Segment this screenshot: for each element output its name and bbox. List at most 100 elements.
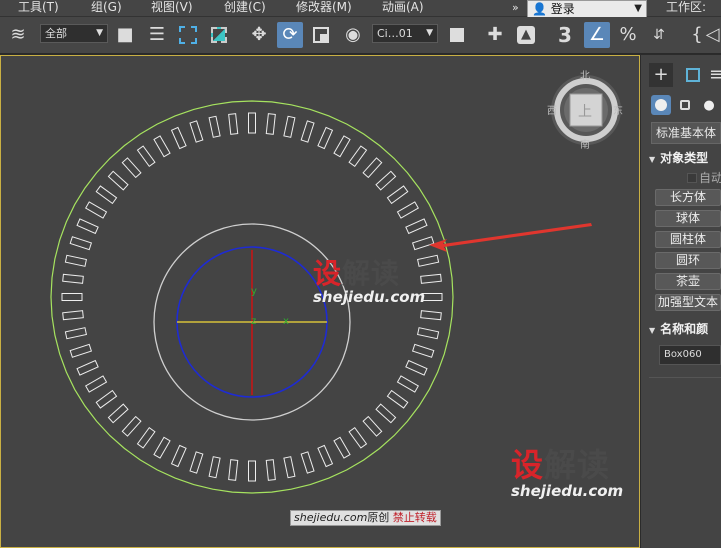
angle-snap-icon[interactable]: ∠	[584, 22, 610, 48]
wheel-slot[interactable]	[136, 426, 156, 449]
wheel-slot[interactable]	[405, 359, 428, 376]
modify-tab-icon[interactable]	[681, 63, 705, 87]
wheel-slot[interactable]	[405, 218, 428, 235]
rotate-icon[interactable]: ⟳	[277, 22, 303, 48]
wheel-slot[interactable]	[317, 126, 334, 150]
text-plus-button[interactable]: 加强型文本	[655, 294, 721, 311]
wheel-slot[interactable]	[208, 456, 221, 479]
sphere-button[interactable]: 球体	[655, 210, 721, 227]
wheel-slot[interactable]	[248, 460, 256, 482]
autogrid-checkbox[interactable]: 自动	[687, 169, 721, 187]
menu-animation[interactable]: 动画(A)	[382, 0, 424, 15]
scale-icon[interactable]	[308, 22, 334, 48]
menu-overflow-button[interactable]: »	[512, 0, 519, 15]
wheel-slot[interactable]	[85, 201, 108, 219]
object-type-rollout-header[interactable]: ▼ 对象类型	[649, 149, 721, 167]
wheel-slot[interactable]	[375, 170, 397, 191]
wheel-slot[interactable]	[189, 451, 204, 474]
wheel-slot[interactable]	[348, 426, 368, 449]
wheel-slot[interactable]	[420, 310, 442, 321]
wheel-slot[interactable]	[300, 451, 315, 474]
login-dropdown[interactable]: 👤 登录 ▼	[527, 0, 647, 18]
wheel-slot[interactable]	[153, 135, 171, 158]
placement-icon[interactable]: ◉	[340, 22, 366, 48]
lights-category-icon[interactable]: ●	[699, 95, 719, 115]
shapes-category-icon[interactable]	[675, 95, 695, 115]
geometry-category-icon[interactable]	[651, 95, 671, 115]
keyboard-shortcut-icon[interactable]: ▲	[513, 22, 539, 48]
wheel-slot[interactable]	[317, 444, 334, 468]
wheel-slot[interactable]	[411, 236, 435, 251]
wheel-slot[interactable]	[62, 310, 84, 321]
wheel-slot[interactable]	[69, 343, 93, 358]
wheel-slot[interactable]	[283, 456, 296, 479]
wheel-slot[interactable]	[386, 185, 409, 205]
wheel-slot[interactable]	[95, 389, 118, 409]
perspective-viewport[interactable]: y x z 上 北 南 东 西 设解读 shejiedu.com 设解读 she…	[0, 55, 640, 548]
wheel-slot[interactable]	[300, 120, 315, 143]
wheel-slot[interactable]	[64, 327, 88, 340]
wheel-slot[interactable]	[76, 218, 99, 235]
menu-views[interactable]: 视图(V)	[151, 0, 193, 15]
menu-modifiers[interactable]: 修改器(M)	[296, 0, 352, 15]
wheel-slot[interactable]	[121, 157, 142, 179]
select-object-icon[interactable]: ■	[112, 22, 138, 48]
wheel-slot[interactable]	[386, 389, 409, 409]
wheel-slot[interactable]	[170, 444, 187, 468]
wheel-slot[interactable]	[375, 403, 397, 424]
wheel-slot[interactable]	[107, 403, 129, 424]
wheel-slot[interactable]	[153, 436, 171, 459]
wheel-slot[interactable]	[333, 436, 351, 459]
wheel-slot[interactable]	[107, 170, 129, 191]
reference-coordinate-dropdown[interactable]: Ci…01 ▼	[372, 24, 438, 43]
wheel-slot[interactable]	[189, 120, 204, 143]
viewcube[interactable]: 上 北 南 东 西	[547, 70, 623, 151]
menu-group[interactable]: 组(G)	[91, 0, 122, 15]
torus-button[interactable]: 圆环	[655, 252, 721, 269]
wheel-slot[interactable]	[69, 236, 93, 251]
wheel-slot[interactable]	[62, 273, 84, 284]
selection-filter-dropdown[interactable]: 全部 ▼	[40, 24, 108, 43]
wheel-slot[interactable]	[248, 112, 256, 134]
wheel-slot[interactable]	[362, 415, 383, 437]
wheel-slot[interactable]	[61, 293, 83, 301]
wheel-slot[interactable]	[85, 375, 108, 393]
wheel-slot[interactable]	[411, 343, 435, 358]
percent-snap-icon[interactable]: %	[615, 22, 641, 48]
teapot-button[interactable]: 茶壶	[655, 273, 721, 290]
link-icon[interactable]: ≋	[5, 22, 31, 48]
cylinder-button[interactable]: 圆柱体	[655, 231, 721, 248]
move-icon[interactable]: ✥	[246, 22, 272, 48]
box-button[interactable]: 长方体	[655, 189, 721, 206]
wheel-slot[interactable]	[333, 135, 351, 158]
wheel-slot[interactable]	[121, 415, 142, 437]
menu-tools[interactable]: 工具(T)	[18, 0, 59, 15]
wheel-slot[interactable]	[265, 113, 276, 135]
wheel-slot[interactable]	[95, 185, 118, 205]
select-and-manipulate-icon[interactable]: ✚	[482, 22, 508, 48]
wheel-slot[interactable]	[64, 254, 88, 267]
wheel-slot[interactable]	[416, 327, 440, 340]
object-name-input[interactable]: Box060	[659, 345, 721, 365]
wheel-slot[interactable]	[76, 359, 99, 376]
hierarchy-tab-icon[interactable]: ≡	[709, 63, 721, 87]
select-by-name-icon[interactable]: ☰	[144, 22, 170, 48]
wheel-slot[interactable]	[228, 113, 239, 135]
pivot-center-icon[interactable]	[444, 22, 470, 48]
spinner-snap-icon[interactable]: ⇵	[646, 22, 672, 48]
name-color-rollout-header[interactable]: ▼ 名称和颜	[649, 320, 721, 338]
wheel-slot[interactable]	[170, 126, 187, 150]
mirror-icon[interactable]: ◁	[704, 22, 721, 48]
wheel-slot[interactable]	[396, 375, 419, 393]
create-tab-icon[interactable]: +	[649, 63, 673, 87]
wheel-slot[interactable]	[208, 115, 221, 138]
wheel-slot[interactable]	[136, 145, 156, 168]
menu-create[interactable]: 创建(C)	[224, 0, 266, 15]
object-category-dropdown[interactable]: 标准基本体	[651, 122, 721, 144]
checkbox-box[interactable]	[687, 173, 697, 183]
wheel-slot[interactable]	[283, 115, 296, 138]
window-crossing-icon[interactable]	[206, 22, 232, 48]
wheel-slot[interactable]	[396, 201, 419, 219]
wheel-slot[interactable]	[228, 459, 239, 481]
snap-toggle-button[interactable]: 3	[552, 22, 578, 48]
